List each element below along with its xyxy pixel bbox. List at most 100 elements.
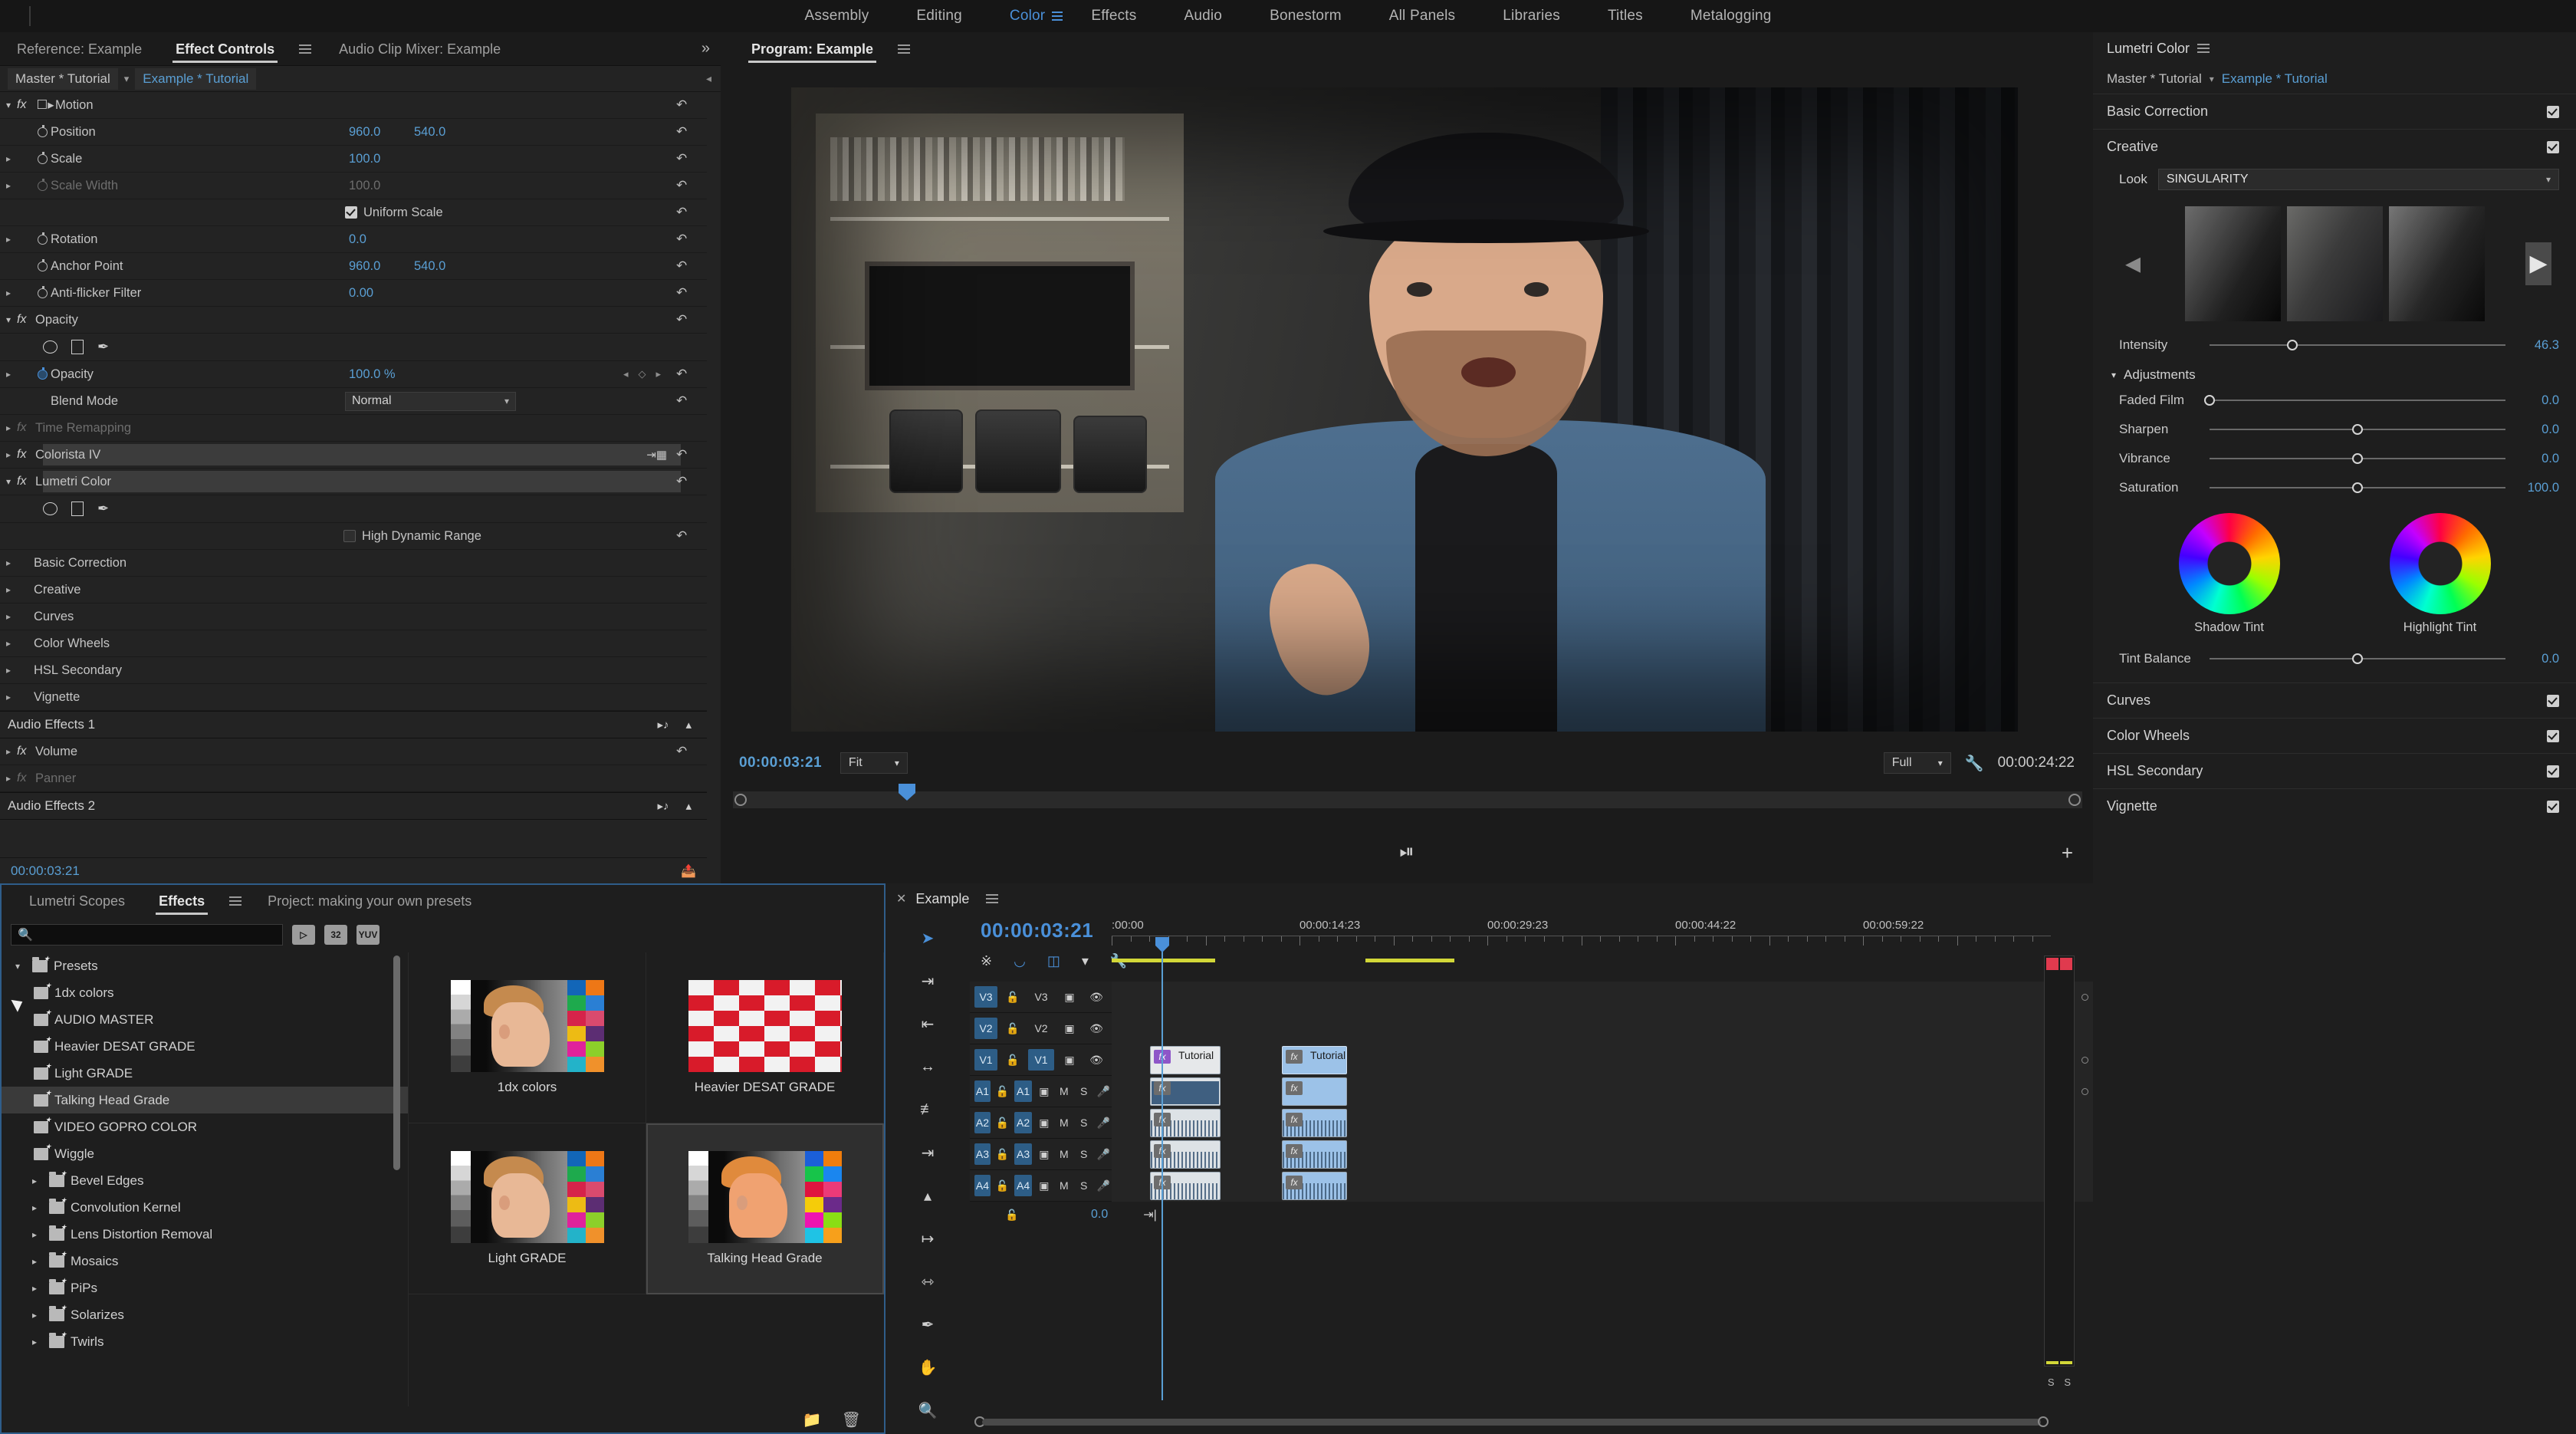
twirl-right-icon-bevel[interactable]: ▸ [26, 1176, 43, 1186]
twirl-right-icon[interactable]: ▸ [0, 153, 17, 164]
rate-stretch-tool-icon[interactable]: ⇥ [915, 1141, 941, 1164]
sharpen-slider[interactable] [2210, 424, 2505, 435]
track-lock-icon-v1[interactable]: ▣ [1058, 1049, 1081, 1071]
twirl-right-icon-volume[interactable]: ▸ [0, 746, 17, 757]
collapse-up-icon-2[interactable]: ▴ [685, 799, 692, 813]
rotation-stopwatch-icon[interactable] [34, 232, 51, 245]
timeline-horizontal-scrollbar[interactable] [974, 1416, 2049, 1428]
reset-colorista-button[interactable]: ↶ [676, 448, 690, 462]
timeline-ruler[interactable]: :00:00 00:00:14:23 00:00:29:23 00:00:44:… [1112, 919, 2051, 962]
property-anti-flicker-filter[interactable]: ▸ Anti-flicker Filter 0.00 ↶ [0, 280, 707, 307]
eye-icon-v1[interactable]: 👁 [1085, 1049, 1108, 1071]
tree-item-audio-master[interactable]: AUDIO MASTER [2, 1006, 408, 1033]
timeline-audio-clip-a2-a[interactable]: fx [1150, 1108, 1221, 1137]
lumetri-sub-basic-correction[interactable]: ▸ Basic Correction [0, 550, 707, 577]
twirl-down-icon-opacity[interactable]: ▾ [0, 314, 17, 325]
high-dynamic-range-checkbox[interactable] [343, 530, 356, 542]
reset-scale-button[interactable]: ↶ [676, 152, 690, 166]
intensity-value[interactable]: 46.3 [2515, 338, 2559, 353]
twirl-right-icon-colorista[interactable]: ▸ [0, 449, 17, 460]
tree-item-pips[interactable]: ▸ PiPs [2, 1274, 408, 1301]
reset-hdr-button[interactable]: ↶ [676, 529, 690, 543]
timeline-audio-clip-a4-b[interactable]: fx [1282, 1171, 1347, 1200]
track-target-a4[interactable]: A4 [1014, 1175, 1033, 1196]
anchor-point-y-value[interactable]: 540.0 [414, 259, 445, 274]
rotation-value[interactable]: 0.0 [349, 232, 366, 247]
twirl-right-icon-wheels[interactable]: ▸ [0, 638, 17, 649]
twirl-right-icon-basic[interactable]: ▸ [0, 557, 17, 568]
twirl-down-icon-presets[interactable]: ▾ [9, 961, 26, 972]
scale-value[interactable]: 100.0 [349, 152, 380, 166]
track-target-a1[interactable]: A1 [1014, 1080, 1033, 1102]
ellipse-mask-icon[interactable] [43, 340, 58, 354]
snap-magnet-icon[interactable]: ◡ [1014, 953, 1026, 969]
collapse-up-icon[interactable]: ▴ [685, 718, 692, 732]
workspace-libraries[interactable]: Libraries [1479, 0, 1584, 32]
pen-mask-icon-2[interactable]: ✒ [97, 501, 109, 517]
twirl-right-icon-lens[interactable]: ▸ [26, 1229, 43, 1240]
razor-tool-icon[interactable]: ▴ [915, 1184, 941, 1207]
twirl-right-icon-panner[interactable]: ▸ [0, 773, 17, 784]
anti-flicker-value[interactable]: 0.00 [349, 286, 373, 301]
property-anchor-point[interactable]: Anchor Point 960.0 540.0 ↶ [0, 253, 707, 280]
twirl-right-icon-creative[interactable]: ▸ [0, 584, 17, 595]
track-body-a2[interactable]: fx fx [1112, 1107, 2093, 1139]
blend-mode-select[interactable]: Normal ▾ [345, 391, 516, 411]
curves-checkbox[interactable] [2547, 694, 2559, 707]
preset-card-light-grade[interactable]: Light GRADE [409, 1123, 646, 1294]
program-current-timecode[interactable]: 00:00:03:21 [739, 755, 822, 771]
twirl-down-icon-adjustments[interactable]: ▾ [2111, 370, 2116, 380]
workspace-assembly[interactable]: Assembly [780, 0, 892, 32]
shadow-tint-wheel[interactable] [2178, 513, 2280, 614]
faded-film-slider[interactable] [2204, 395, 2505, 406]
tab-effects[interactable]: Effects [142, 884, 222, 918]
workspace-effects[interactable]: Effects [1067, 0, 1160, 32]
tree-item-convolution-kernel[interactable]: ▸ Convolution Kernel [2, 1194, 408, 1221]
out-point-handle[interactable] [2068, 794, 2081, 806]
lumetri-menu-icon[interactable] [2197, 44, 2210, 53]
position-x-value[interactable]: 960.0 [349, 125, 380, 140]
sync-lock-icon-v2[interactable]: 🔓 [1001, 1018, 1024, 1039]
reset-lumetri-button[interactable]: ↶ [676, 475, 690, 488]
look-thumbnail-current[interactable] [2286, 206, 2383, 321]
master-track-level[interactable]: 0.0 [1091, 1208, 1108, 1222]
track-body-v3[interactable] [1112, 981, 2093, 1013]
saturation-value[interactable]: 100.0 [2515, 481, 2559, 495]
hsl-secondary-checkbox[interactable] [2547, 765, 2559, 778]
track-target-v3[interactable]: V3 [1028, 986, 1054, 1008]
preset-card-heavier-desat-grade[interactable]: Heavier DESAT GRADE [646, 952, 884, 1123]
work-area-bar-2[interactable] [1365, 959, 1455, 962]
timeline-audio-clip-a1-b[interactable]: fx [1282, 1077, 1347, 1106]
tab-sequence-example[interactable]: Example [915, 891, 969, 907]
reset-anti-flicker-button[interactable]: ↶ [676, 286, 690, 300]
solo-button-a1[interactable]: S [1076, 1080, 1092, 1102]
mute-button-a1[interactable]: M [1056, 1080, 1072, 1102]
preset-card-talking-head-grade[interactable]: Talking Head Grade [646, 1123, 884, 1294]
twirl-right-icon-hsl[interactable]: ▸ [0, 665, 17, 676]
twirl-right-icon-mosaics[interactable]: ▸ [26, 1256, 43, 1267]
work-area-bar-1[interactable] [1112, 959, 1215, 962]
tab-overflow-button[interactable]: » [702, 40, 721, 58]
saturation-slider[interactable] [2210, 482, 2505, 493]
sharpen-value[interactable]: 0.0 [2515, 423, 2559, 437]
go-to-out-point-icon[interactable]: ⇥| [1143, 1207, 1157, 1222]
settings-wrench-icon[interactable]: 🔧 [1965, 754, 1984, 773]
meter-solo-right[interactable]: S [2061, 1376, 2075, 1388]
workspace-color-menu-icon[interactable] [1052, 12, 1063, 21]
reset-uniform-scale-button[interactable]: ↶ [676, 206, 690, 219]
reset-blend-mode-button[interactable]: ↶ [676, 394, 690, 408]
new-custom-bin-icon[interactable]: 📁 [803, 1410, 822, 1429]
scroll-right-handle[interactable] [2038, 1416, 2049, 1427]
tree-item-heavier-desat-grade[interactable]: Heavier DESAT GRADE [2, 1033, 408, 1060]
effect-lumetri-color[interactable]: ▾ fx Lumetri Color ↶ [0, 469, 707, 495]
effect-controls-menu-icon[interactable] [299, 44, 312, 54]
look-select[interactable]: SINGULARITY ▾ [2157, 169, 2559, 190]
tree-item-light-grade[interactable]: Light GRADE [2, 1060, 408, 1087]
track-body-a4[interactable]: fx fx [1112, 1169, 2093, 1202]
lumetri-sub-curves[interactable]: ▸ Curves [0, 604, 707, 630]
effect-group-time-remapping[interactable]: ▸ fx Time Remapping [0, 415, 707, 442]
twirl-right-icon-pips[interactable]: ▸ [26, 1283, 43, 1294]
tab-program-example[interactable]: Program: Example [734, 32, 890, 66]
effects-search-box[interactable]: 🔍 [11, 924, 283, 946]
reset-motion-button[interactable]: ↶ [676, 98, 690, 112]
